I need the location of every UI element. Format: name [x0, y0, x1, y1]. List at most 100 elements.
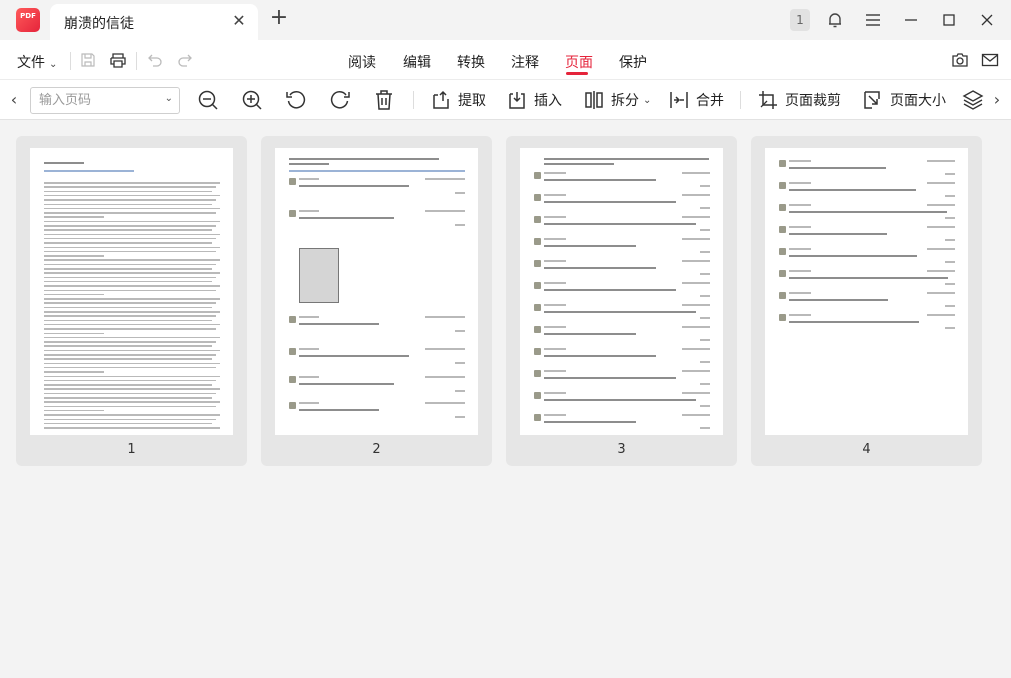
- text-line: [44, 392, 216, 395]
- text-line: [789, 277, 948, 279]
- text-line: [44, 366, 216, 369]
- text-line: [544, 392, 566, 394]
- layers-icon[interactable]: [962, 89, 984, 111]
- nav-read[interactable]: 阅读: [348, 52, 376, 72]
- close-icon[interactable]: ✕: [230, 12, 248, 30]
- text-line: [544, 289, 676, 291]
- page-card[interactable]: 2: [261, 136, 492, 466]
- text-line: [44, 293, 104, 296]
- undo-icon[interactable]: [145, 50, 165, 70]
- page-crop-button[interactable]: 页面裁剪: [757, 88, 841, 112]
- extract-icon: [430, 89, 452, 111]
- page-number-input[interactable]: ⌄: [30, 87, 180, 114]
- merge-button[interactable]: 合并: [668, 88, 724, 112]
- page-number-label: 4: [862, 442, 871, 457]
- text-line: [455, 362, 465, 364]
- maximize-icon[interactable]: [939, 10, 959, 30]
- file-menu[interactable]: 文件 ⌄: [17, 52, 57, 72]
- page-card[interactable]: 3: [506, 136, 737, 466]
- chevron-left-icon[interactable]: ‹: [7, 90, 21, 110]
- page-toolbar: ‹ ⌄ 提取 插入 拆分 ⌄ 合: [0, 80, 1011, 120]
- text-line: [44, 349, 220, 352]
- window-close-icon[interactable]: [977, 10, 997, 30]
- avatar: [534, 282, 541, 289]
- text-line: [682, 414, 710, 416]
- text-line: [700, 317, 710, 319]
- divider: [740, 91, 741, 109]
- extract-button[interactable]: 提取: [430, 88, 486, 112]
- avatar: [779, 204, 786, 211]
- nav-protect[interactable]: 保护: [619, 52, 647, 72]
- text-line: [544, 355, 656, 357]
- text-line: [44, 409, 104, 412]
- text-line: [44, 332, 104, 335]
- avatar: [534, 392, 541, 399]
- text-line: [425, 210, 465, 212]
- text-line: [44, 246, 220, 249]
- split-button[interactable]: 拆分 ⌄: [583, 88, 651, 112]
- delete-icon[interactable]: [373, 89, 395, 111]
- page-number-field[interactable]: [39, 91, 159, 110]
- text-line: [945, 261, 955, 263]
- text-line: [700, 295, 710, 297]
- plus-icon[interactable]: +: [268, 7, 290, 30]
- text-line: [44, 289, 216, 292]
- bell-icon[interactable]: [825, 10, 845, 30]
- nav-edit[interactable]: 编辑: [403, 52, 431, 72]
- page-card[interactable]: 1: [16, 136, 247, 466]
- text-line: [927, 292, 955, 294]
- avatar: [779, 226, 786, 233]
- nav-convert[interactable]: 转换: [457, 52, 485, 72]
- save-icon[interactable]: [78, 50, 98, 70]
- text-line: [299, 210, 319, 212]
- text-line: [44, 229, 212, 231]
- avatar: [289, 178, 296, 185]
- mail-icon[interactable]: [980, 50, 1000, 70]
- text-line: [682, 348, 710, 350]
- text-line: [945, 173, 955, 175]
- split-icon: [583, 89, 605, 111]
- page-size-button[interactable]: 页面大小: [862, 88, 946, 112]
- camera-icon[interactable]: [950, 50, 970, 70]
- chevron-right-icon[interactable]: ›: [990, 90, 1004, 110]
- text-line: [544, 377, 676, 379]
- text-line: [544, 311, 696, 313]
- text-line: [927, 314, 955, 316]
- text-line: [299, 376, 319, 378]
- insert-button[interactable]: 插入: [506, 88, 562, 112]
- hamburger-menu-icon[interactable]: [863, 10, 883, 30]
- avatar: [289, 376, 296, 383]
- minimize-icon[interactable]: [901, 10, 921, 30]
- text-line: [544, 172, 566, 174]
- nav-page[interactable]: 页面: [565, 52, 593, 72]
- zoom-in-icon[interactable]: [241, 89, 263, 111]
- text-line: [44, 190, 212, 193]
- text-line: [544, 267, 656, 269]
- page-card[interactable]: 4: [751, 136, 982, 466]
- text-line: [44, 220, 220, 223]
- merge-icon: [668, 89, 690, 111]
- text-line: [44, 418, 216, 421]
- zoom-out-icon[interactable]: [197, 89, 219, 111]
- text-line: [44, 207, 220, 210]
- print-icon[interactable]: [108, 50, 128, 70]
- rotate-right-icon[interactable]: [329, 89, 351, 111]
- divider: [136, 52, 137, 70]
- text-line: [700, 383, 710, 385]
- redo-icon[interactable]: [175, 50, 195, 70]
- text-line: [700, 361, 710, 363]
- page-thumbnail[interactable]: [275, 148, 478, 435]
- page-thumbnail[interactable]: [30, 148, 233, 435]
- menu-bar: 文件 ⌄ 阅读 编辑 转换 注释 页面 保护: [0, 40, 1011, 80]
- document-tab[interactable]: 崩溃的信徒 ✕: [50, 4, 258, 40]
- avatar: [534, 348, 541, 355]
- nav-annotate[interactable]: 注释: [511, 52, 539, 72]
- text-line: [682, 304, 710, 306]
- page-thumbnail[interactable]: [520, 148, 723, 435]
- page-thumbnail[interactable]: [765, 148, 968, 435]
- text-line: [544, 421, 636, 423]
- chevron-down-icon[interactable]: ⌄: [165, 93, 173, 104]
- text-line: [425, 348, 465, 350]
- rotate-left-icon[interactable]: [285, 89, 307, 111]
- text-line: [789, 167, 886, 169]
